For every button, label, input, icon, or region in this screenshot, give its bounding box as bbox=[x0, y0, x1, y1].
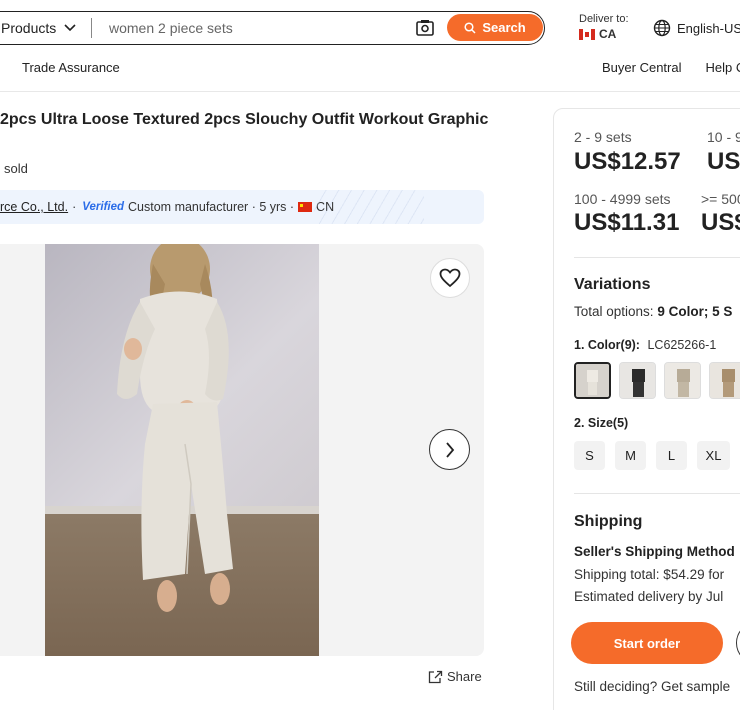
search-divider bbox=[91, 18, 92, 38]
verified-badge[interactable]: Verified bbox=[82, 201, 124, 213]
purchase-panel: 2 - 9 sets US$12.57 10 - 9 US 100 - 4999… bbox=[553, 108, 740, 710]
total-options: Total options: 9 Color; 5 S bbox=[574, 304, 732, 319]
product-main-image[interactable] bbox=[45, 244, 319, 656]
price-tier-price: US$11.31 bbox=[574, 209, 680, 236]
size-label-text: 2. Size(5) bbox=[574, 416, 629, 430]
search-icon bbox=[464, 21, 476, 34]
size-options: S M L XL bbox=[574, 441, 740, 470]
color-swatch[interactable] bbox=[664, 362, 701, 399]
size-option[interactable]: XL bbox=[697, 441, 730, 470]
chevron-right-icon bbox=[445, 441, 454, 458]
price-tier-range: 10 - 9 bbox=[707, 129, 740, 145]
heart-icon bbox=[439, 268, 461, 288]
color-selected: LC625266-1 bbox=[647, 338, 717, 352]
language-selector[interactable]: English-US bbox=[653, 19, 740, 37]
shipping-method: Seller's Shipping Method bbox=[574, 544, 735, 559]
search-button[interactable]: Search bbox=[447, 14, 543, 41]
supplier-name-link[interactable]: rce Co., Ltd. bbox=[0, 200, 68, 214]
chat-button[interactable] bbox=[736, 622, 740, 664]
size-option[interactable]: S bbox=[574, 441, 605, 470]
color-swatch[interactable] bbox=[709, 362, 740, 399]
language-label: English-US bbox=[677, 20, 740, 36]
nav-trade-assurance[interactable]: Trade Assurance bbox=[22, 60, 120, 75]
color-label: 1. Color(9): bbox=[574, 338, 640, 352]
product-gallery bbox=[0, 244, 484, 656]
shipping-method-text: Seller's Shipping Method bbox=[574, 544, 735, 559]
start-order-button[interactable]: Start order bbox=[571, 622, 723, 664]
supplier-bar: rce Co., Ltd. · Verified Custom manufact… bbox=[0, 190, 484, 224]
supplier-info: Custom manufacturer · 5 yrs · bbox=[128, 200, 295, 214]
price-tier-range: >= 500 bbox=[701, 191, 740, 207]
total-options-label: Total options: bbox=[574, 304, 654, 319]
estimated-delivery: Estimated delivery by Jul bbox=[574, 589, 724, 604]
decorative-stripes bbox=[314, 190, 424, 224]
subnav-right: Buyer Central Help C bbox=[602, 60, 740, 75]
search-input[interactable] bbox=[109, 12, 389, 43]
divider bbox=[574, 493, 740, 494]
chevron-down-icon bbox=[64, 23, 76, 31]
favorite-button[interactable] bbox=[430, 258, 470, 298]
price-tier-range: 2 - 9 sets bbox=[574, 129, 632, 145]
divider bbox=[574, 257, 740, 258]
share-button[interactable]: Share bbox=[428, 669, 482, 684]
share-label: Share bbox=[447, 669, 482, 684]
color-label-row: 1. Color(9): LC625266-1 bbox=[574, 338, 716, 352]
share-icon bbox=[428, 670, 443, 683]
color-swatch[interactable] bbox=[574, 362, 611, 399]
sold-count: sold bbox=[4, 161, 28, 176]
nav-buyer-central[interactable]: Buyer Central bbox=[602, 60, 681, 75]
product-photo bbox=[45, 244, 319, 656]
product-title: 2pcs Ultra Loose Textured 2pcs Slouchy O… bbox=[0, 111, 489, 128]
camera-icon[interactable] bbox=[415, 18, 435, 38]
deliver-country: CA bbox=[599, 27, 617, 41]
size-option[interactable]: L bbox=[656, 441, 687, 470]
price-tier-price: US$12.57 bbox=[574, 148, 681, 175]
total-options-value: 9 Color; 5 S bbox=[657, 304, 733, 319]
next-image-button[interactable] bbox=[429, 429, 470, 470]
color-swatches bbox=[574, 362, 740, 399]
shipping-total: Shipping total: $54.29 for bbox=[574, 567, 725, 582]
category-label: Products bbox=[1, 19, 57, 36]
nav-help-center[interactable]: Help C bbox=[705, 60, 740, 75]
deliver-label: Deliver to: bbox=[579, 13, 629, 25]
search-button-label: Search bbox=[482, 20, 526, 35]
color-swatch[interactable] bbox=[619, 362, 656, 399]
top-header: Products Search Deliver to: CA English-U… bbox=[0, 0, 740, 92]
separator: · bbox=[72, 200, 77, 214]
globe-icon bbox=[653, 19, 671, 37]
variations-title: Variations bbox=[574, 276, 651, 293]
shipping-title: Shipping bbox=[574, 513, 643, 530]
canada-flag-icon bbox=[579, 28, 595, 40]
price-tier-price: US$ bbox=[701, 209, 740, 236]
category-dropdown[interactable]: Products bbox=[1, 12, 76, 43]
size-label: 2. Size(5) bbox=[574, 416, 628, 430]
price-tier-price: US bbox=[707, 148, 740, 175]
sample-prompt[interactable]: Still deciding? Get sample bbox=[574, 679, 730, 694]
deliver-to[interactable]: Deliver to: CA bbox=[579, 13, 629, 41]
china-flag-icon bbox=[298, 202, 313, 212]
price-tier-range: 100 - 4999 sets bbox=[574, 191, 671, 207]
size-option[interactable]: M bbox=[615, 441, 646, 470]
search-bar: Products Search bbox=[0, 11, 545, 45]
